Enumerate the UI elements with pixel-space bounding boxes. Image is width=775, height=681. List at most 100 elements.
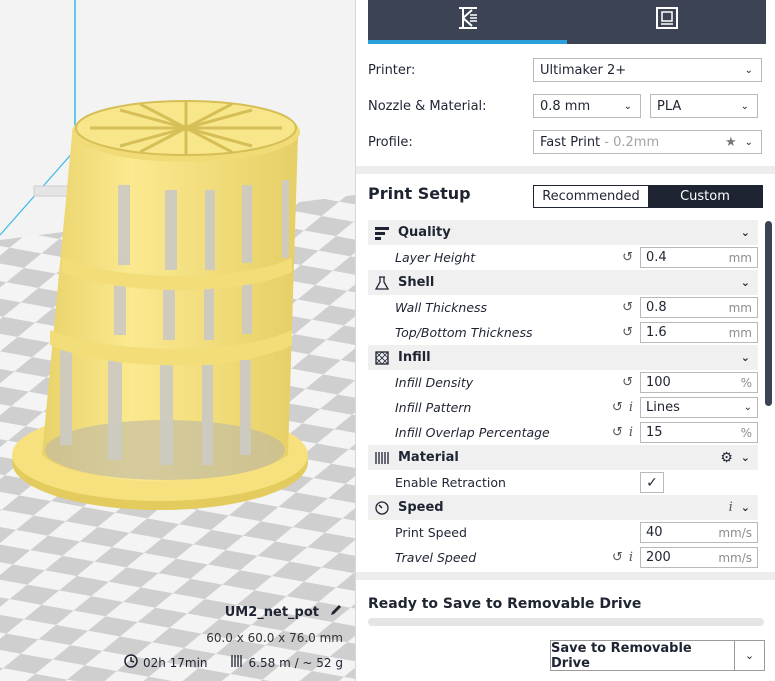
profile-detail: - 0.2mm (600, 134, 660, 150)
category-label: Speed (398, 500, 444, 515)
save-to-removable-drive-button[interactable]: Save to Removable Drive (551, 641, 735, 671)
save-options-dropdown[interactable]: ⌄ (735, 641, 764, 670)
setting-unit: % (740, 425, 752, 440)
print-time: 02h 17min (142, 655, 208, 670)
chevron-down-icon: ⌄ (740, 451, 750, 464)
viewport-3d[interactable]: UM2_net_pot 60.0 x 60.0 x 76.0 mm 02h 17… (0, 0, 355, 681)
category-label: Material (398, 450, 459, 465)
category-label: Shell (398, 275, 435, 290)
chevron-down-icon: ⌄ (744, 649, 755, 662)
section-divider (356, 166, 775, 174)
info-icon[interactable]: i (629, 425, 633, 440)
clock-icon (124, 654, 138, 671)
section-divider (356, 572, 775, 580)
recommended-mode-button[interactable]: Recommended (534, 186, 648, 207)
printer-select[interactable]: Ultimaker 2+ ⌄ (533, 58, 762, 82)
setting-label: Print Speed (395, 525, 467, 540)
category-quality[interactable]: Quality ⌄ (368, 220, 758, 245)
build-plate-scene[interactable] (0, 0, 355, 681)
printer-label: Printer: (368, 62, 416, 78)
material-value: PLA (657, 98, 682, 114)
chevron-down-icon: ⌄ (740, 226, 750, 239)
setting-top-bottom-thickness: Top/Bottom Thickness ↺ 1.6 mm (368, 320, 758, 345)
speed-icon (372, 500, 392, 515)
setting-layer-height: Layer Height ↺ 0.4 mm (368, 245, 758, 270)
category-material[interactable]: Material ⚙ ⌄ (368, 445, 758, 470)
top-bottom-thickness-input[interactable]: 1.6 mm (640, 322, 758, 343)
travel-speed-input[interactable]: 200 mm/s (640, 547, 758, 568)
setting-infill-overlap: Infill Overlap Percentage ↺ i 15% (368, 420, 758, 445)
model-name: UM2_net_pot (224, 604, 319, 620)
shell-icon (372, 275, 392, 290)
setting-value: 100 (646, 375, 671, 390)
setting-unit: mm (728, 325, 752, 340)
reset-icon[interactable]: ↺ (622, 300, 633, 315)
material-usage: 6.58 m / ~ 52 g (248, 655, 343, 670)
nozzle-material-label: Nozzle & Material: (368, 98, 487, 114)
infill-pattern-select[interactable]: Lines ⌄ (640, 397, 758, 418)
status-text: Ready to Save to Removable Drive (368, 596, 642, 612)
setting-unit: mm (728, 300, 752, 315)
layer-height-input[interactable]: 0.4 mm (640, 247, 758, 268)
setting-value: 0.8 (646, 300, 667, 315)
setting-label: Infill Density (395, 375, 474, 390)
save-button-group: Save to Removable Drive ⌄ (550, 640, 765, 671)
info-icon[interactable]: i (729, 500, 733, 515)
star-icon[interactable]: ★ (725, 135, 737, 150)
nozzle-select[interactable]: 0.8 mm ⌄ (533, 94, 641, 118)
category-infill[interactable]: Infill ⌄ (368, 345, 758, 370)
setting-label: Layer Height (395, 250, 476, 265)
chevron-down-icon: ⌄ (623, 100, 632, 112)
chevron-down-icon: ⌄ (740, 351, 750, 364)
edit-icon[interactable] (329, 603, 343, 621)
setting-travel-speed: Travel Speed ↺ i 200 mm/s (368, 545, 758, 570)
reset-icon[interactable]: ↺ (612, 550, 623, 565)
print-speed-input[interactable]: 40 mm/s (640, 522, 758, 543)
tab-monitor[interactable] (567, 0, 766, 44)
reset-icon[interactable]: ↺ (612, 400, 623, 415)
wall-thickness-input[interactable]: 0.8 mm (640, 297, 758, 318)
chevron-down-icon: ⌄ (743, 402, 752, 413)
infill-density-input[interactable]: 100% (640, 372, 758, 393)
setting-unit: mm (728, 250, 752, 265)
print-setup-title: Print Setup (368, 184, 471, 203)
model-dimensions: 60.0 x 60.0 x 76.0 mm (206, 631, 343, 645)
filament-icon (230, 654, 244, 671)
profile-row: Profile: Fast Print - 0.2mm ★ ⌄ (368, 130, 764, 154)
material-select[interactable]: PLA ⌄ (650, 94, 758, 118)
gear-icon[interactable]: ⚙ (720, 450, 733, 466)
setting-infill-density: Infill Density ↺ 100% (368, 370, 758, 395)
info-icon[interactable]: i (629, 400, 633, 415)
enable-retraction-checkbox[interactable]: ✓ (640, 472, 664, 493)
category-shell[interactable]: Shell ⌄ (368, 270, 758, 295)
chevron-down-icon: ⌄ (740, 501, 750, 514)
reset-icon[interactable]: ↺ (622, 250, 633, 265)
setting-unit: mm/s (718, 550, 752, 565)
category-label: Quality (398, 225, 451, 240)
reset-icon[interactable]: ↺ (622, 375, 633, 390)
setup-mode-toggle: Recommended Custom (533, 185, 763, 208)
category-label: Infill (398, 350, 431, 365)
reset-icon[interactable]: ↺ (612, 425, 623, 440)
sidebar: Printer: Ultimaker 2+ ⌄ Nozzle & Materia… (355, 0, 775, 681)
printer-row: Printer: Ultimaker 2+ ⌄ (368, 58, 764, 82)
setting-value: Lines (646, 400, 680, 415)
info-icon[interactable]: i (629, 550, 633, 565)
custom-mode-button[interactable]: Custom (648, 186, 762, 207)
progress-bar (368, 618, 764, 626)
setting-label: Wall Thickness (395, 300, 488, 315)
profile-select[interactable]: Fast Print - 0.2mm ★ ⌄ (533, 130, 762, 154)
settings-list[interactable]: Quality ⌄ Layer Height ↺ 0.4 mm Shell ⌄ W… (368, 220, 758, 572)
setting-value: 200 (646, 550, 671, 565)
setting-unit: mm/s (718, 525, 752, 540)
tab-prepare[interactable] (368, 0, 567, 44)
setting-unit: % (740, 375, 752, 390)
reset-icon[interactable]: ↺ (622, 325, 633, 340)
chevron-down-icon: ⌄ (744, 136, 753, 148)
printer-value: Ultimaker 2+ (540, 62, 627, 78)
infill-overlap-input[interactable]: 15% (640, 422, 758, 443)
settings-scrollbar[interactable] (765, 221, 772, 406)
chevron-down-icon: ⌄ (740, 276, 750, 289)
infill-icon (372, 350, 392, 365)
category-speed[interactable]: Speed i ⌄ (368, 495, 758, 520)
